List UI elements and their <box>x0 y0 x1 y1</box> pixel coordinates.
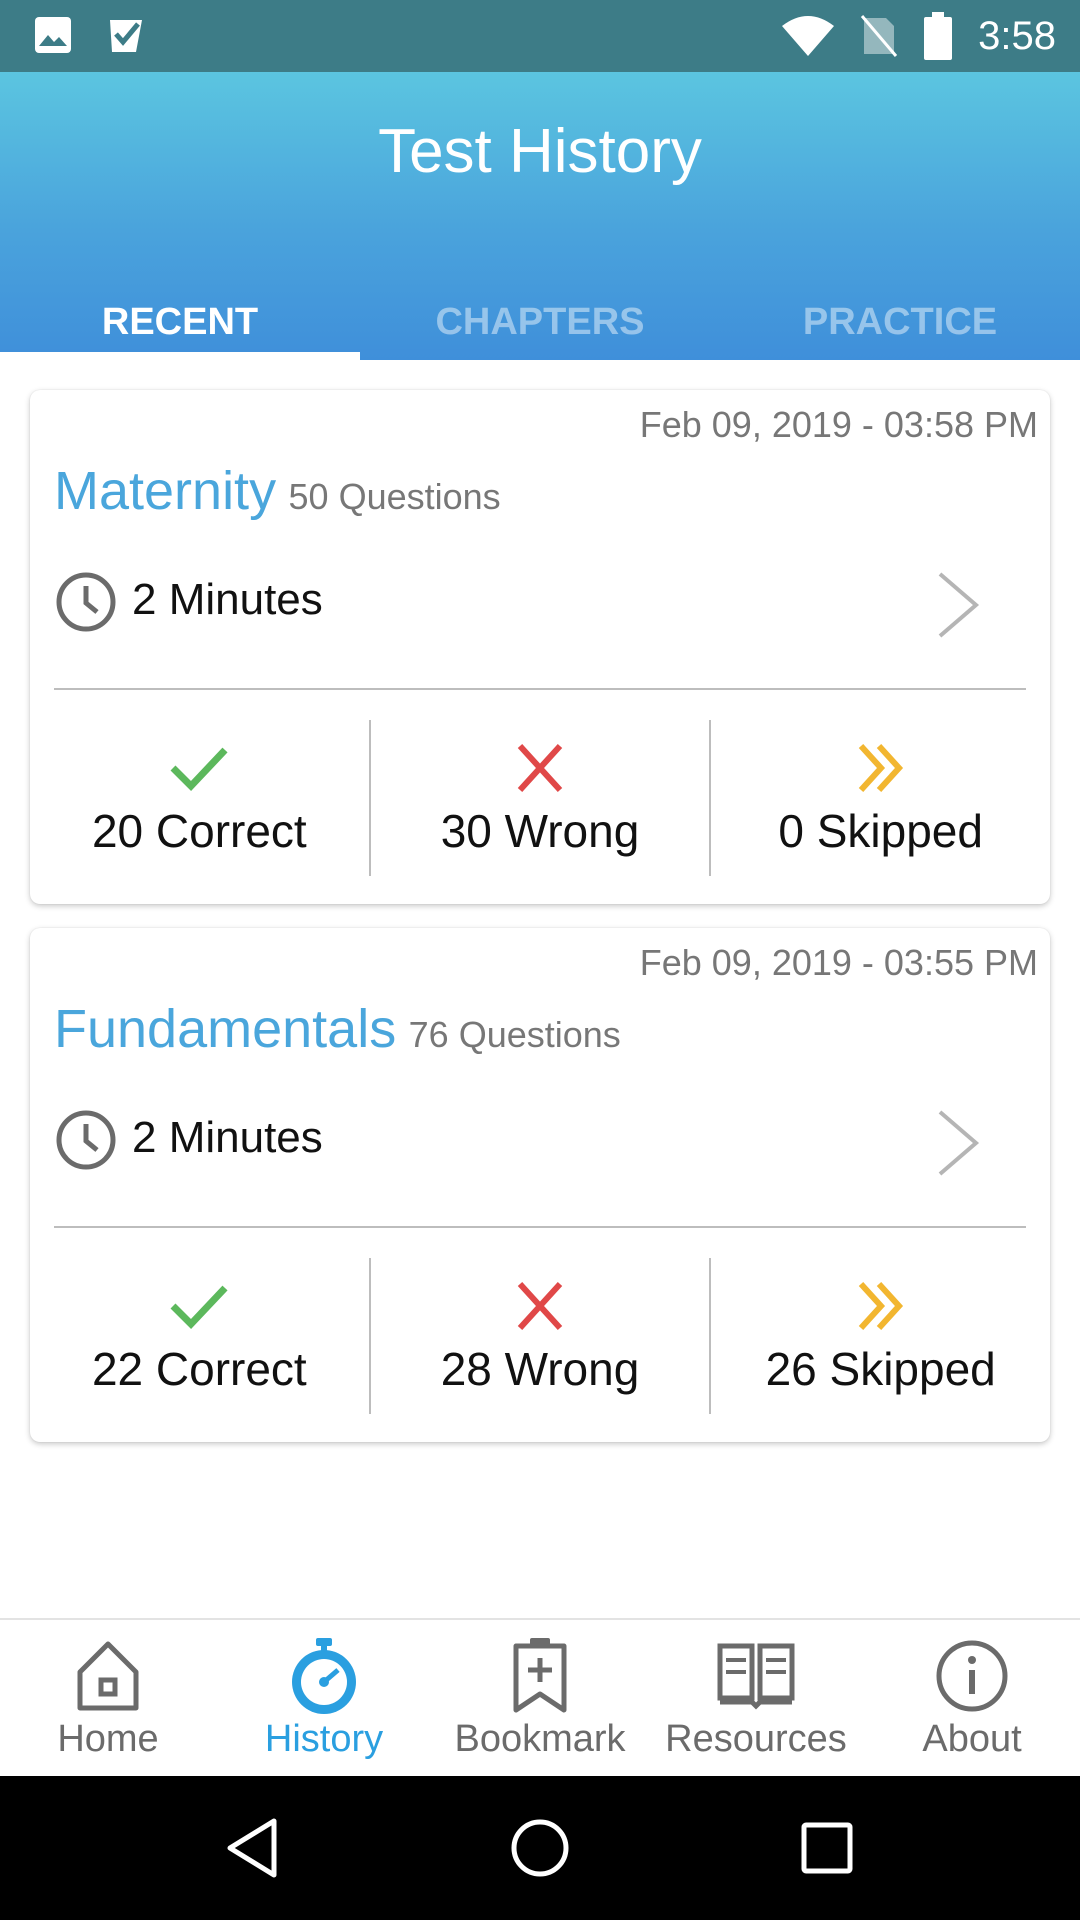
clock-icon <box>56 1110 116 1170</box>
bottom-navigation: Home History Bookmark Resources About <box>0 1618 1080 1776</box>
test-title: Fundamentals <box>54 999 397 1059</box>
double-chevron-right-icon <box>858 1281 903 1331</box>
tab-practice[interactable]: PRACTICE <box>720 262 1080 360</box>
cross-icon <box>517 1281 563 1331</box>
nav-label: History <box>264 1718 384 1760</box>
double-chevron-right-icon <box>858 743 903 793</box>
stat-skipped: 26 Skipped <box>709 1258 1050 1414</box>
back-icon[interactable] <box>218 1813 288 1883</box>
cross-icon <box>517 743 563 793</box>
system-navigation-bar <box>0 1776 1080 1920</box>
question-count: 76 Questions <box>408 1014 621 1055</box>
image-notification-icon <box>35 17 71 53</box>
no-sim-icon <box>860 15 898 57</box>
bookmark-icon <box>513 1638 567 1713</box>
page-title: Test History <box>378 117 702 186</box>
skipped-count: 26 Skipped <box>765 1343 996 1395</box>
test-history-card[interactable]: Feb 09, 2019 - 03:55 PM Fundamentals 76 … <box>30 928 1050 1442</box>
tab-chapters[interactable]: CHAPTERS <box>360 262 720 360</box>
stat-correct: 20 Correct <box>30 720 369 876</box>
nav-label: Home <box>57 1718 159 1760</box>
nav-resources[interactable]: Resources <box>648 1620 864 1776</box>
battery-icon <box>924 12 953 60</box>
test-stats: 22 Correct 28 Wrong 26 Skipped <box>30 1258 1050 1414</box>
info-icon <box>936 1640 1008 1712</box>
stat-wrong: 28 Wrong <box>368 1258 710 1414</box>
test-stats: 20 Correct 30 Wrong 0 Skipped <box>30 720 1050 876</box>
stat-correct: 22 Correct <box>30 1258 369 1414</box>
test-history-card[interactable]: Feb 09, 2019 - 03:58 PM Maternity 50 Que… <box>30 390 1050 904</box>
home-icon <box>77 1641 139 1711</box>
correct-count: 22 Correct <box>91 1343 307 1395</box>
wrong-count: 28 Wrong <box>440 1343 640 1395</box>
test-title-row: Fundamentals 76 Questions <box>54 998 621 1060</box>
book-icon <box>717 1643 795 1710</box>
duration-row: 2 Minutes <box>54 1106 323 1170</box>
app-header: Test History RECENT CHAPTERS PRACTICE <box>0 72 1080 360</box>
correct-count: 20 Correct <box>91 805 307 857</box>
nav-label: Bookmark <box>454 1718 626 1760</box>
wifi-icon <box>782 16 835 56</box>
recents-icon[interactable] <box>792 1813 862 1883</box>
home-circle-icon[interactable] <box>505 1813 575 1883</box>
stat-wrong: 30 Wrong <box>368 720 710 876</box>
test-date: Feb 09, 2019 - 03:55 PM <box>639 942 1038 983</box>
nav-about[interactable]: About <box>864 1620 1080 1776</box>
test-title-row: Maternity 50 Questions <box>54 460 501 522</box>
nav-bookmark[interactable]: Bookmark <box>432 1620 648 1776</box>
test-title: Maternity <box>54 461 277 521</box>
nav-home[interactable]: Home <box>0 1620 216 1776</box>
task-notification-icon <box>110 20 142 52</box>
clock-time: 3:58 <box>978 13 1056 58</box>
skipped-count: 0 Skipped <box>778 805 983 857</box>
tab-recent[interactable]: RECENT <box>0 262 360 360</box>
stopwatch-icon <box>292 1638 356 1714</box>
question-count: 50 Questions <box>288 476 501 517</box>
nav-history[interactable]: History <box>216 1620 432 1776</box>
divider <box>54 1226 1026 1228</box>
tab-bar: RECENT CHAPTERS PRACTICE <box>0 262 1080 360</box>
stat-skipped: 0 Skipped <box>709 720 1050 876</box>
wrong-count: 30 Wrong <box>440 805 640 857</box>
check-icon <box>170 747 228 792</box>
duration-row: 2 Minutes <box>54 568 323 632</box>
test-duration: 2 Minutes <box>132 575 323 624</box>
check-icon <box>170 1285 228 1330</box>
test-duration: 2 Minutes <box>132 1113 323 1162</box>
status-bar: 3:58 <box>0 0 1080 72</box>
nav-label: Resources <box>665 1718 847 1760</box>
chevron-right-icon[interactable] <box>936 570 980 640</box>
test-date: Feb 09, 2019 - 03:58 PM <box>639 404 1038 445</box>
divider <box>54 688 1026 690</box>
chevron-right-icon[interactable] <box>936 1108 980 1178</box>
nav-label: About <box>922 1718 1022 1760</box>
clock-icon <box>56 572 116 632</box>
